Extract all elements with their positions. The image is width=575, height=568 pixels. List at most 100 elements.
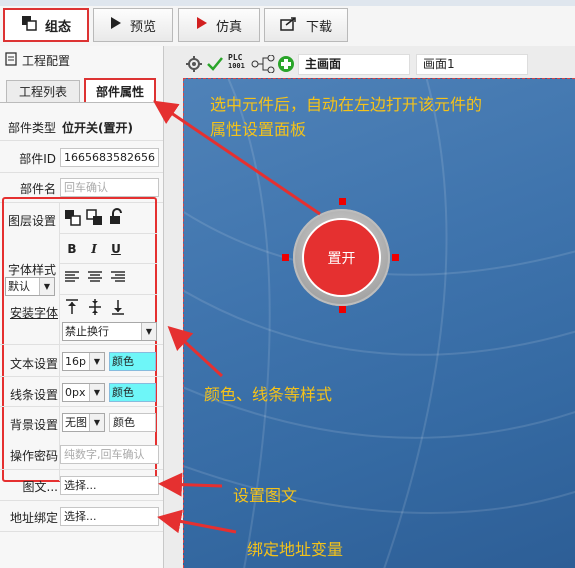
graphic-select-field[interactable]: 选择... [60,476,159,495]
chevron-down-icon: ▼ [89,414,104,431]
valign-top-icon[interactable] [63,298,81,319]
valign-middle-icon[interactable] [86,298,104,319]
switch-button-face: 置开 [302,218,381,297]
simulate-icon [196,16,208,34]
play-icon [110,16,122,34]
address-label: 地址绑定 [9,511,58,525]
bg-color-swatch[interactable]: 颜色 [109,413,156,432]
annotation-top: 选中元件后，自动在左边打开该元件的 属性设置面板 [210,92,482,142]
text-color-label: 颜色 [112,355,134,368]
text-size-value: 16p [65,355,86,368]
design-icon [21,15,37,35]
annotation-address: 绑定地址变量 [247,540,344,559]
bold-button[interactable]: B [63,240,81,258]
address-select-field[interactable]: 选择... [60,507,159,526]
graphic-label: 图文... [22,480,58,494]
divider [0,376,163,377]
resize-handle[interactable] [282,254,289,261]
text-color-swatch[interactable]: 颜色 [109,352,156,371]
annotation-style: 颜色、线条等样式 [204,385,333,404]
password-field[interactable]: 纯数字,回车确认 [60,445,159,464]
font-family-select[interactable]: 默认 ▼ [5,277,55,296]
underline-button[interactable]: U [107,240,125,258]
export-icon [280,15,298,35]
font-style-label: 字体样式 [7,263,56,277]
annotation-graphic: 设置图文 [233,486,298,505]
bg-image-select[interactable]: 无图 ▼ [62,413,105,432]
id-field[interactable]: 1665683582656 [60,148,159,167]
tab-divider [0,102,163,103]
config-icon [4,52,18,69]
divider [60,263,157,264]
resize-handle[interactable] [339,198,346,205]
check-icon[interactable] [206,56,224,75]
font-default-value: 默认 [8,280,30,293]
tree-icon[interactable] [251,54,275,76]
layer-label: 图层设置 [7,214,56,228]
line-color-swatch[interactable]: 颜色 [109,383,156,402]
chevron-down-icon: ▼ [89,384,104,401]
line-width-value: 0px [65,386,86,399]
tab-design[interactable]: 组态 [3,8,89,42]
resize-handle[interactable] [339,306,346,313]
bg-image-value: 无图 [65,416,87,429]
align-right-icon[interactable] [109,269,127,288]
italic-button[interactable]: I [85,240,103,258]
name-field[interactable]: 回车确认 [60,178,159,197]
gear-icon[interactable] [186,56,202,75]
password-label: 操作密码 [9,449,58,463]
divider [0,500,163,501]
tab-component-props[interactable]: 部件属性 [84,78,156,102]
id-label: 部件ID [19,152,56,166]
install-font-link[interactable]: 安装字体 [4,304,58,321]
send-back-icon[interactable] [86,209,104,230]
valign-bottom-icon[interactable] [109,298,127,319]
align-left-icon[interactable] [63,269,81,288]
tab-preview[interactable]: 预览 [93,8,173,42]
text-settings-label: 文本设置 [9,357,58,371]
line-settings-label: 线条设置 [9,388,58,402]
divider [0,344,163,345]
wrap-option-value: 禁止换行 [65,325,109,338]
tab-screen-1[interactable]: 画面1 [416,54,528,75]
tab-main-screen-label: 主画面 [305,57,342,71]
bg-settings-label: 背景设置 [9,418,58,432]
tab-component-props-label: 部件属性 [95,85,144,99]
tab-simulate-label: 仿真 [215,19,242,35]
tab-download-label: 下载 [305,19,332,35]
line-color-label: 颜色 [112,386,134,399]
align-center-icon[interactable] [86,269,104,288]
tab-project-list[interactable]: 工程列表 [6,80,80,103]
annotation-top-line2: 属性设置面板 [210,120,307,139]
annotation-top-line1: 选中元件后，自动在左边打开该元件的 [210,95,483,114]
chevron-down-icon: ▼ [141,323,156,340]
tab-simulate[interactable]: 仿真 [178,8,260,42]
main-toolbar: 组态 预览 仿真 下载 [0,6,575,47]
chevron-down-icon: ▼ [39,278,54,295]
tab-download[interactable]: 下载 [264,8,348,42]
tab-screen-1-label: 画面1 [423,57,455,71]
tab-preview-label: 预览 [129,19,156,35]
divider [0,172,163,173]
name-label: 部件名 [19,182,56,196]
line-width-select[interactable]: 0px ▼ [62,383,105,402]
wrap-select[interactable]: 禁止换行 ▼ [62,322,157,341]
text-size-select[interactable]: 16p ▼ [62,352,105,371]
resize-handle[interactable] [392,254,399,261]
lock-icon[interactable] [108,208,126,229]
tab-main-screen[interactable]: 主画面 [298,54,410,75]
divider [60,294,157,295]
switch-button-widget[interactable]: 置开 [293,209,390,306]
chevron-down-icon: ▼ [89,353,104,370]
bring-front-icon[interactable] [64,209,82,230]
plc-label: PLC [228,53,243,62]
tab-design-label: 组态 [44,19,71,35]
divider [0,469,163,470]
switch-button-label: 置开 [327,250,356,267]
bg-color-label: 颜色 [113,416,135,429]
add-icon[interactable] [277,55,295,76]
panel-header: 工程配置 [4,52,70,69]
type-label: 部件类型 [7,121,56,135]
plc-icon[interactable]: PLC 1001 [228,53,245,71]
project-config-panel: 工程配置 工程列表 部件属性 部件类型 位开关(置开) 部件ID 1665683… [0,46,164,568]
